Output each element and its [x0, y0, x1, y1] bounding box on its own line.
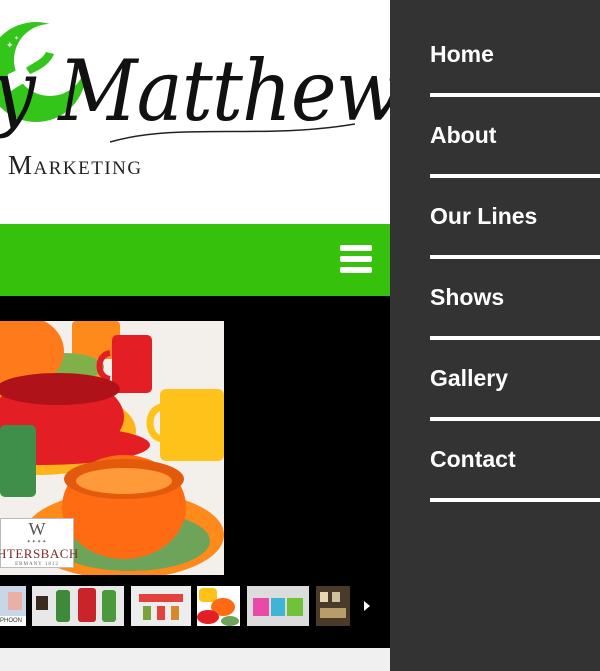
thumbnail-strip: PHOON	[0, 586, 390, 626]
menu-item-label: About	[430, 122, 497, 148]
hamburger-icon[interactable]	[340, 245, 372, 273]
thumbnail-aprons[interactable]	[32, 586, 124, 626]
menu-item-label: Shows	[430, 284, 505, 310]
thumbnail-shelf[interactable]	[316, 586, 350, 626]
menu-item-shows[interactable]: Shows	[430, 259, 600, 340]
logo-subtitle: Marketing	[8, 150, 143, 180]
chevron-right-icon[interactable]	[360, 597, 374, 615]
menu-item-gallery[interactable]: Gallery	[430, 340, 600, 421]
thumbnail-caption: PHOON	[0, 616, 26, 626]
menu-item-about[interactable]: About	[430, 97, 600, 178]
site-header: ✦ ✦ ✦ ✦ y Matthews Marketing	[0, 0, 390, 224]
menu-item-contact[interactable]: Contact	[430, 421, 600, 502]
thumbnail-containers[interactable]	[247, 586, 309, 626]
menu-item-label: Contact	[430, 446, 516, 472]
thumbnail-placemat[interactable]: PHOON	[0, 586, 26, 626]
green-nav-bar	[0, 224, 390, 296]
menu-item-label: Our Lines	[430, 203, 538, 229]
brand-letter: W	[28, 519, 46, 539]
hamburger-line	[340, 256, 372, 262]
menu-item-label: Gallery	[430, 365, 508, 391]
menu-item-home[interactable]: Home	[430, 16, 600, 97]
brand-badge: W ✦✦✦✦ HTERSBACH ERMANY 1812	[0, 518, 79, 568]
side-menu: Home About Our Lines Shows Gallery Conta…	[390, 0, 600, 671]
slideshow-main-image[interactable]: W ✦✦✦✦ HTERSBACH ERMANY 1812	[0, 321, 224, 575]
brand-tagline: ERMANY 1812	[15, 562, 59, 567]
logo-script-prefix: y	[0, 42, 36, 140]
menu-item-label: Home	[430, 41, 494, 67]
page-content: ✦ ✦ ✦ ✦ y Matthews Marketing	[0, 0, 390, 671]
hamburger-line	[340, 267, 372, 273]
thumbnail-bowls[interactable]	[197, 586, 240, 626]
hamburger-line	[340, 245, 372, 251]
logo-script-name: Matthews	[58, 42, 390, 140]
svg-text:✦: ✦	[14, 35, 19, 42]
page-bottom-strip	[0, 648, 390, 671]
brand-name: HTERSBACH	[0, 546, 79, 561]
menu-item-our-lines[interactable]: Our Lines	[430, 178, 600, 259]
menu-divider	[430, 498, 600, 502]
thumbnail-glassware[interactable]	[131, 586, 191, 626]
logo-text[interactable]: y Matthews	[0, 42, 390, 140]
